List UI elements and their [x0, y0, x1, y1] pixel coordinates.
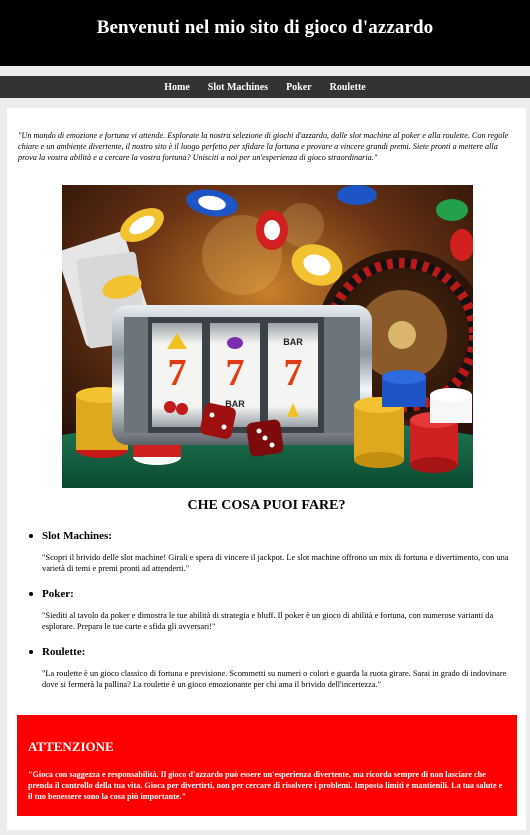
nav-link-slot-machines[interactable]: Slot Machines — [199, 82, 277, 93]
game-description-poker: "Siediti al tavolo da poker e dimostra l… — [42, 611, 494, 631]
games-list: Slot Machines: "Scopri il brivido delle … — [19, 526, 519, 712]
nav-link-home[interactable]: Home — [155, 82, 199, 93]
warning-title: ATTENZIONE — [28, 739, 114, 754]
nav-link-poker[interactable]: Poker — [277, 82, 321, 93]
hero-casino-image: 7 7 7 BAR BAR — [62, 185, 473, 488]
game-description-roulette: "La roulette è un gioco classico di fort… — [42, 669, 507, 689]
slot-machine: 7 7 7 BAR BAR — [112, 305, 372, 445]
list-item: Slot Machines: "Scopri il brivido delle … — [19, 526, 519, 584]
reel-symbol-2: 7 — [226, 352, 245, 394]
site-header: Benvenuti nel mio sito di gioco d'azzard… — [0, 0, 530, 66]
list-item: Roulette: "La roulette è un gioco classi… — [19, 642, 519, 712]
casino-illustration: 7 7 7 BAR BAR — [62, 185, 473, 488]
bullet-icon — [29, 592, 33, 596]
list-item: Poker: "Siediti al tavolo da poker e dim… — [19, 584, 519, 642]
reel-top-label-3: BAR — [283, 337, 303, 347]
game-name-poker: Poker: — [42, 588, 74, 600]
bullet-icon — [29, 650, 33, 654]
game-name-slot-machines: Slot Machines: — [42, 530, 112, 542]
section-title: CHE COSA PUOI FARE? — [187, 498, 346, 513]
nav-link-roulette[interactable]: Roulette — [321, 82, 375, 93]
main-nav: Home Slot Machines Poker Roulette — [0, 76, 530, 98]
game-description-slot-machines: "Scopri il brivido delle slot machine! G… — [42, 553, 509, 573]
warning-text: "Gioca con saggezza e responsabilità. Il… — [28, 770, 503, 801]
main-content: "Un mondo di emozione e fortuna vi atten… — [7, 108, 526, 830]
warning-box: ATTENZIONE "Gioca con saggezza e respons… — [17, 715, 517, 816]
bullet-icon — [29, 534, 33, 538]
reel-symbol-3: 7 — [284, 352, 303, 394]
intro-text: "Un mondo di emozione e fortuna vi atten… — [18, 131, 509, 162]
reel-symbol-1: 7 — [168, 352, 187, 394]
game-name-roulette: Roulette: — [42, 646, 86, 658]
site-title: Benvenuti nel mio sito di gioco d'azzard… — [96, 17, 434, 38]
